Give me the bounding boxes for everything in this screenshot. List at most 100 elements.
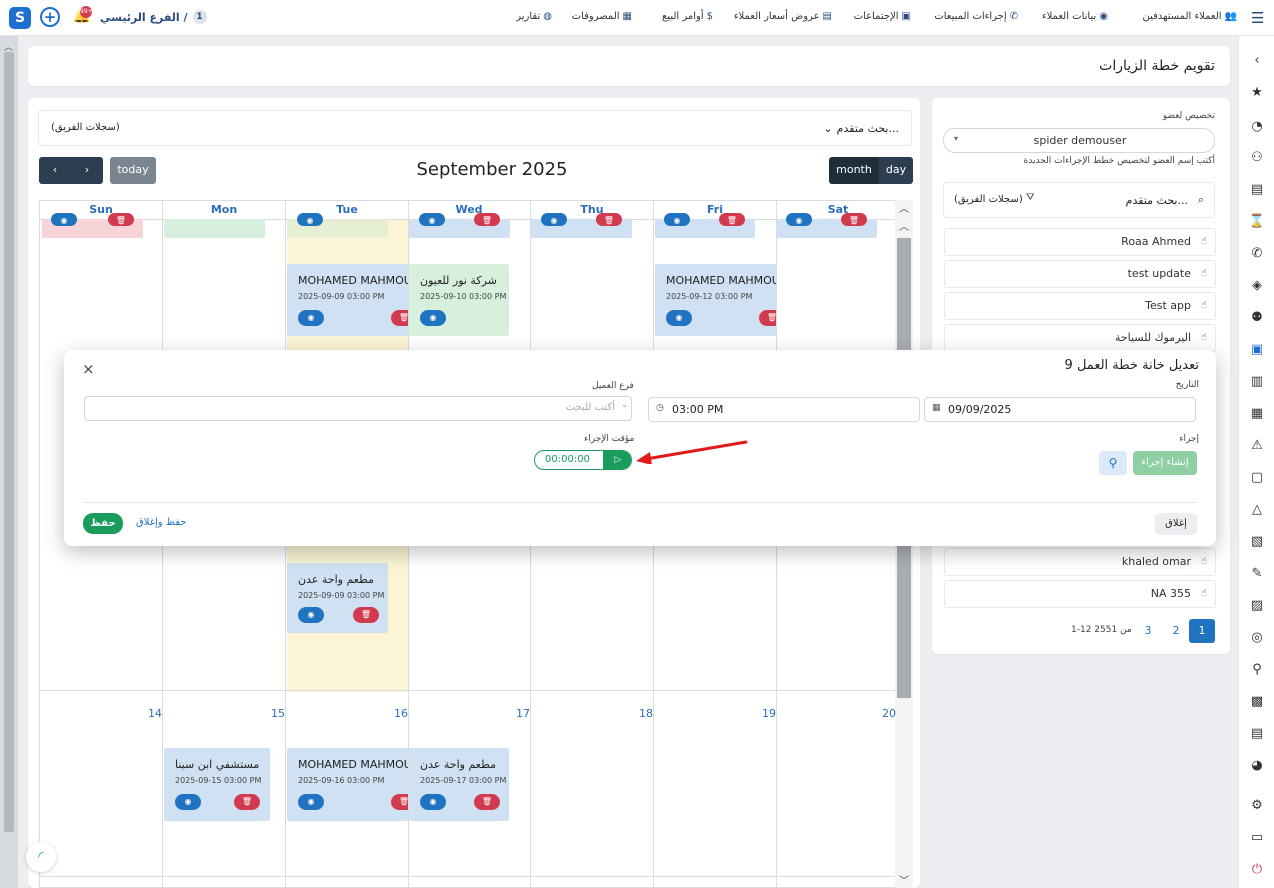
- list-item[interactable]: khaled omar ☝: [944, 548, 1216, 576]
- calendar-event[interactable]: مطعم واحة عدن 2025-09-17 03:00 PM ◉ 🗑: [409, 748, 509, 821]
- list-item[interactable]: NA 355 ☝: [944, 580, 1216, 608]
- nav-sales-orders[interactable]: أوامر البيع $: [662, 11, 713, 22]
- calendar-event[interactable]: MOHAMED MAHMOUD 2025-09-16 03:00 PM ◉ 🗑: [287, 748, 408, 821]
- view-button[interactable]: ◉: [298, 310, 324, 326]
- page-scrollbar-thumb[interactable]: [4, 52, 14, 832]
- view-button[interactable]: ◉: [175, 794, 201, 810]
- assign-user-icon[interactable]: ⚲: [1099, 451, 1127, 475]
- create-action-button[interactable]: إنشاء إجراء: [1133, 451, 1197, 475]
- report-icon[interactable]: ▩: [1248, 693, 1266, 711]
- nav-sales-actions[interactable]: إجراءات المبيعات ✆: [934, 11, 1018, 22]
- day-number: 14: [148, 707, 162, 720]
- triangle-icon[interactable]: △: [1248, 501, 1266, 519]
- list-item[interactable]: اليرموك للسياحة ☝: [944, 324, 1216, 352]
- nav-expenses[interactable]: المصروفات ▦: [572, 11, 632, 22]
- today-button[interactable]: today: [110, 157, 156, 184]
- nav-meetings[interactable]: الإجتماعات ▣: [854, 11, 911, 22]
- list-item[interactable]: Test app ☝: [944, 292, 1216, 320]
- menu-icon[interactable]: ☰: [1251, 9, 1264, 27]
- calendar-event[interactable]: MOHAMED MAHMOUD 2025-09-09 03:00 PM ◉ 🗑: [287, 264, 408, 336]
- hourglass-icon[interactable]: ⌛: [1248, 213, 1266, 231]
- view-button[interactable]: ◉: [298, 794, 324, 810]
- coins-icon[interactable]: ◎: [1248, 629, 1266, 647]
- logo-icon[interactable]: S: [9, 7, 31, 29]
- target-icon[interactable]: ◈: [1248, 277, 1266, 295]
- event-date: 2025-09-15 03:00 PM: [175, 776, 262, 785]
- users-icon[interactable]: ⚇: [1248, 149, 1266, 167]
- invoice-icon[interactable]: ▧: [1248, 533, 1266, 551]
- calendar-active-icon[interactable]: ▣: [1248, 341, 1266, 359]
- view-button[interactable]: ◉: [420, 794, 446, 810]
- view-button[interactable]: ◉: [420, 310, 446, 326]
- prev-button[interactable]: ‹: [39, 157, 71, 184]
- warning-icon[interactable]: ⚠: [1248, 437, 1266, 455]
- nav-quotes[interactable]: عروض أسعار العملاء ▤: [734, 11, 832, 22]
- nav-reports[interactable]: تقارير ◍: [516, 11, 552, 22]
- power-icon[interactable]: ⏻: [1248, 861, 1266, 879]
- receipt-icon[interactable]: ▨: [1248, 597, 1266, 615]
- save-and-close-button[interactable]: حفظ وإغلاق: [136, 517, 186, 528]
- user-check-icon[interactable]: ⚲: [1248, 661, 1266, 679]
- file-icon[interactable]: ▤: [1248, 181, 1266, 199]
- filter-icon[interactable]: ⛛: [1026, 192, 1034, 203]
- member-hint: أكتب إسم العضو لتخصيص خطط الإجراءات الجد…: [1023, 156, 1215, 166]
- month-view-button[interactable]: month: [829, 157, 879, 184]
- delete-button[interactable]: 🗑: [353, 607, 379, 623]
- collapse-icon[interactable]: ‹: [1248, 52, 1266, 70]
- calendar-event[interactable]: شركة نور للعيون 2025-09-10 03:00 PM ◉: [409, 264, 509, 336]
- view-button[interactable]: ◉: [666, 310, 692, 326]
- member-select[interactable]: spider demouser ▾: [943, 128, 1215, 153]
- calendar-title: September 2025: [416, 159, 568, 180]
- view-button[interactable]: ◉: [298, 607, 324, 623]
- page-button[interactable]: 3: [1135, 619, 1161, 643]
- advanced-search-toggle[interactable]: ⌄ بحث متقدم...: [823, 122, 899, 135]
- money-file-icon[interactable]: ▤: [1248, 725, 1266, 743]
- add-icon[interactable]: +: [40, 7, 60, 27]
- star-icon[interactable]: ★: [1248, 84, 1266, 102]
- scroll-up-icon[interactable]: ︿: [899, 200, 909, 215]
- edit-icon[interactable]: ✎: [1248, 565, 1266, 583]
- analytics-icon[interactable]: ◕: [1248, 757, 1266, 775]
- nav-customer-data[interactable]: بيانات العملاء ◉: [1042, 11, 1108, 22]
- calendar-search-bar[interactable]: ⌄ بحث متقدم... (سجلات الفريق): [38, 110, 912, 146]
- branch-selector[interactable]: الفرع الرئيسي / 1: [100, 10, 207, 24]
- calendar-event[interactable]: مستشفي ابن سينا 2025-09-15 03:00 PM ◉ 🗑: [164, 748, 270, 821]
- meeting-icon[interactable]: ▥: [1248, 373, 1266, 391]
- page-button-active[interactable]: 1: [1189, 619, 1215, 643]
- list-item[interactable]: test update ☝: [944, 260, 1216, 288]
- sidebar-search-bar[interactable]: ⌕ بحث متقدم... ⛛ (سجلات الفريق): [943, 182, 1215, 218]
- page-button[interactable]: 2: [1163, 619, 1189, 643]
- close-icon[interactable]: ×: [82, 360, 95, 378]
- list-item[interactable]: Roaa Ahmed ☝: [944, 228, 1216, 256]
- settings-icon[interactable]: ⚙: [1248, 797, 1266, 815]
- delete-button[interactable]: 🗑: [391, 310, 408, 326]
- window-icon[interactable]: ▭: [1248, 829, 1266, 847]
- delete-button[interactable]: 🗑: [759, 310, 776, 326]
- calendar-event[interactable]: مطعم واحة عدن 2025-09-09 03:00 PM ◉ 🗑: [287, 563, 388, 633]
- day-header-tue: Tue: [336, 203, 358, 216]
- customer-branch-select[interactable]: ⌄ أكتب للبحث: [84, 396, 632, 421]
- dashboard-icon[interactable]: ◔: [1248, 118, 1266, 136]
- next-button[interactable]: ›: [71, 157, 103, 184]
- date-field[interactable]: ▦ 09/09/2025: [924, 397, 1196, 422]
- partial-event[interactable]: [164, 219, 265, 238]
- chat-widget-icon[interactable]: ◜: [26, 842, 56, 872]
- phone-icon[interactable]: ✆: [1248, 245, 1266, 263]
- day-view-button[interactable]: day: [879, 157, 913, 184]
- close-button[interactable]: إغلاق: [1155, 513, 1197, 535]
- delete-button[interactable]: 🗑: [234, 794, 260, 810]
- scroll-up-icon[interactable]: ︿: [899, 218, 909, 233]
- play-icon[interactable]: ▷: [603, 451, 631, 469]
- scroll-down-icon[interactable]: ﹀: [899, 872, 909, 887]
- nav-targeted-customers[interactable]: العملاء المستهدفين 👥: [1142, 11, 1237, 22]
- calendar-event[interactable]: MOHAMED MAHMOUD 2025-09-12 03:00 PM ◉ 🗑: [655, 264, 776, 336]
- caret-down-icon: ▾: [954, 134, 959, 143]
- team-icon[interactable]: ⚉: [1248, 309, 1266, 327]
- delete-button[interactable]: 🗑: [474, 794, 500, 810]
- sidebar-advanced-search[interactable]: بحث متقدم...: [1126, 194, 1188, 207]
- save-button[interactable]: حفظ: [83, 513, 123, 534]
- money-icon[interactable]: ▦: [1248, 405, 1266, 423]
- briefcase-icon[interactable]: ▢: [1248, 469, 1266, 487]
- delete-button[interactable]: 🗑: [391, 794, 408, 810]
- time-field[interactable]: ◷ 03:00 PM: [648, 397, 920, 422]
